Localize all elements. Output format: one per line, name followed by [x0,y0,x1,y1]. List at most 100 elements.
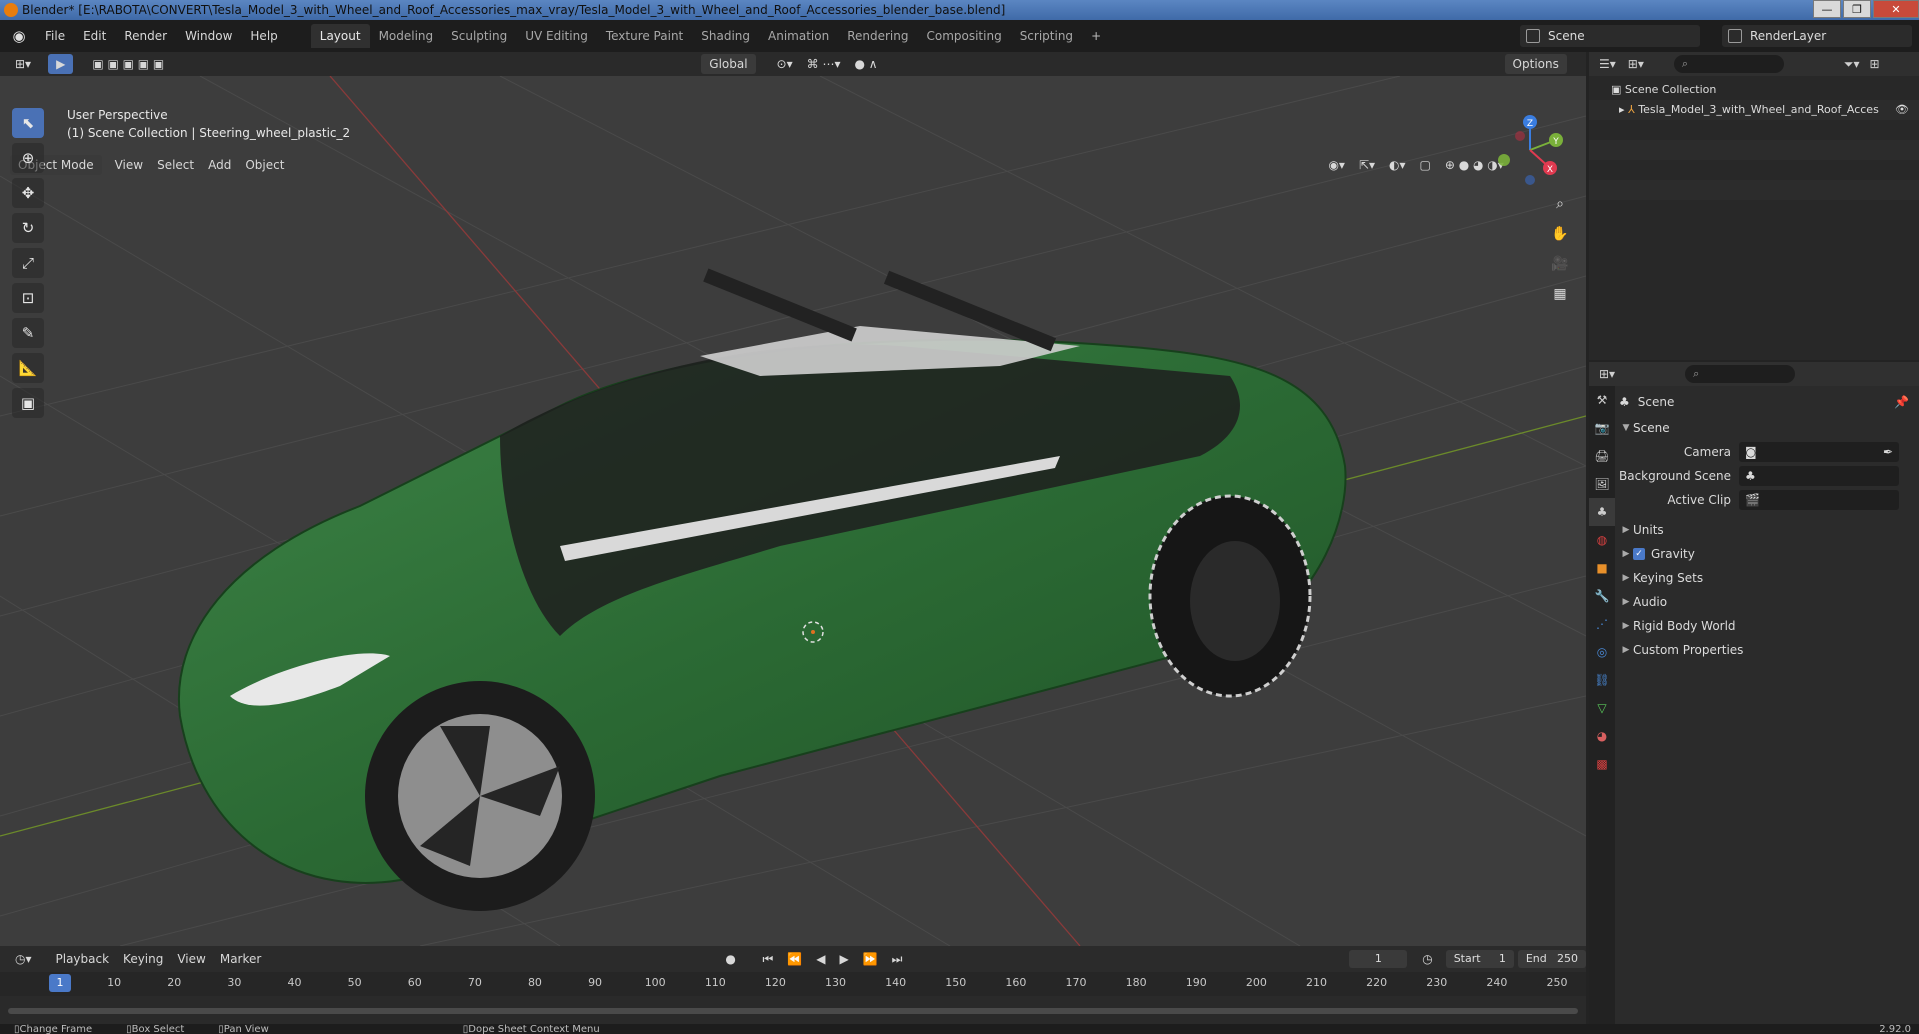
3d-viewport[interactable]: Object Mode View Select Add Object ◉▾ ⇱▾… [0,76,1586,946]
viewport-menu-add[interactable]: Add [201,155,238,175]
active-clip-field[interactable]: 🎬 [1739,490,1899,510]
close-button[interactable]: ✕ [1873,0,1919,18]
current-frame-field[interactable]: 1 [1349,950,1408,968]
eyedropper-icon[interactable]: ✒ [1883,445,1893,459]
end-frame-field[interactable]: End 250 [1517,950,1586,968]
filter-icon[interactable]: ⏷▾ [1844,57,1860,72]
tab-scripting[interactable]: Scripting [1011,24,1082,48]
frame-ruler[interactable]: 1 11020304050607080901001101201301401501… [0,972,1586,996]
outliner-row-object[interactable]: ▸ ⅄ Tesla_Model_3_with_Wheel_and_Roof_Ac… [1589,100,1919,120]
jump-end-icon[interactable]: ⏭ [885,949,910,969]
new-collection-icon[interactable]: ⊞ [1869,57,1879,71]
scene-selector[interactable]: Scene [1520,25,1700,47]
background-scene-field[interactable]: ♣ [1739,466,1899,486]
viewport-menu-select[interactable]: Select [150,155,201,175]
current-frame-indicator[interactable]: 1 [49,974,71,992]
object-tab-icon[interactable]: ■ [1589,554,1615,582]
select-tool-icon[interactable]: ▶ [48,54,74,74]
view-layer-tab-icon[interactable]: 🖼 [1589,470,1615,498]
snap-icon[interactable]: ⌘ ⋯▾ [800,54,848,74]
eye-visibility-icon[interactable]: 👁 [1895,100,1909,120]
expand-arrow-icon[interactable]: ▸ [1619,103,1628,116]
modifier-tab-icon[interactable]: 🔧 [1589,582,1615,610]
timeline-editor-icon[interactable]: ◷▾ [8,949,39,969]
menu-edit[interactable]: Edit [74,24,115,48]
playback-menu[interactable]: Playback [49,949,117,969]
outliner-search-input[interactable]: ⌕ [1673,55,1784,73]
minimize-button[interactable]: — [1813,0,1841,18]
blender-menu-icon[interactable]: ◉ [10,27,28,45]
camera-field[interactable]: ◙ ✒ [1739,442,1899,462]
properties-search-input[interactable]: ⌕ [1685,365,1796,383]
tab-compositing[interactable]: Compositing [917,24,1010,48]
zoom-icon[interactable]: ⌕ [1548,192,1572,216]
prev-key-icon[interactable]: ⏪ [780,949,809,969]
tab-animation[interactable]: Animation [759,24,838,48]
viewport-menu-object[interactable]: Object [238,155,291,175]
rigid-body-world-panel-header[interactable]: ▶ Rigid Body World [1619,614,1915,638]
select-box-tool-icon[interactable]: ⬉ [12,108,44,138]
renderlayer-selector[interactable]: RenderLayer [1722,25,1912,47]
pan-hand-icon[interactable]: ✋ [1548,222,1572,246]
ortho-grid-icon[interactable]: ▦ [1548,282,1572,306]
transform-tool-icon[interactable]: ⊡ [12,283,44,313]
pin-icon[interactable]: 📌 [1894,395,1909,409]
xray-icon[interactable]: ▢ [1413,155,1438,175]
output-tab-icon[interactable]: 🖨 [1589,442,1615,470]
selection-mode-icons[interactable]: ▣ ▣ ▣ ▣ ▣ [85,54,171,74]
overlay-toggle-icon[interactable]: ◐▾ [1382,155,1413,175]
scale-tool-icon[interactable]: ⤢ [12,248,44,278]
particles-tab-icon[interactable]: ⋰ [1589,610,1615,638]
keying-menu[interactable]: Keying [116,949,170,969]
marker-menu[interactable]: Marker [213,949,268,969]
editor-type-icon[interactable]: ⊞▾ [8,54,38,74]
menu-window[interactable]: Window [176,24,241,48]
play-reverse-icon[interactable]: ◀ [809,949,832,969]
tab-uv-editing[interactable]: UV Editing [516,24,597,48]
units-panel-header[interactable]: ▶ Units [1619,518,1915,542]
viewport-menu-view[interactable]: View [108,155,150,175]
add-cube-tool-icon[interactable]: ▣ [12,388,44,418]
timeline-view-menu[interactable]: View [170,949,212,969]
physics-tab-icon[interactable]: ◎ [1589,638,1615,666]
texture-tab-icon[interactable]: ▩ [1589,750,1615,778]
outliner-filter-mode-icon[interactable]: ⊞▾ [1628,57,1644,71]
scene-tab-icon[interactable]: ♣ [1589,498,1615,526]
tab-shading[interactable]: Shading [692,24,759,48]
jump-start-icon[interactable]: ⏮ [755,949,780,969]
tool-tab-icon[interactable]: ⚒ [1589,386,1615,414]
rotate-tool-icon[interactable]: ↻ [12,213,44,243]
restore-button[interactable]: ❐ [1843,0,1871,18]
data-tab-icon[interactable]: ▽ [1589,694,1615,722]
start-frame-field[interactable]: Start 1 [1445,950,1514,968]
proportional-edit-icon[interactable]: ● ∧ [847,54,884,74]
annotate-tool-icon[interactable]: ✎ [12,318,44,348]
keying-sets-panel-header[interactable]: ▶ Keying Sets [1619,566,1915,590]
outliner-row-collection[interactable]: ▣ Scene Collection [1589,80,1919,100]
pivot-icon[interactable]: ⊙▾ [770,54,800,74]
menu-render[interactable]: Render [115,24,176,48]
use-preview-range-icon[interactable]: ◷ [1415,949,1439,969]
navigation-gizmo[interactable]: Z Y X [1490,108,1570,188]
visibility-icon[interactable]: ◉▾ [1321,155,1352,175]
add-workspace-button[interactable]: + [1082,24,1110,48]
render-tab-icon[interactable]: 📷 [1589,414,1615,442]
camera-view-icon[interactable]: 🎥 [1548,252,1572,276]
next-key-icon[interactable]: ⏩ [856,949,885,969]
record-icon[interactable]: ● ▾ [718,949,747,986]
options-dropdown[interactable]: Options [1504,54,1567,74]
tab-modeling[interactable]: Modeling [370,24,443,48]
car-model[interactable] [177,268,1347,911]
constraints-tab-icon[interactable]: ⛓ [1589,666,1615,694]
gravity-checkbox[interactable]: ✓ [1633,548,1645,560]
move-tool-icon[interactable]: ✥ [12,178,44,208]
play-icon[interactable]: ▶ [832,949,855,969]
tab-sculpting[interactable]: Sculpting [442,24,516,48]
transform-orientation-dropdown[interactable]: Global [701,54,756,74]
outliner-display-icon[interactable]: ☰▾ [1599,57,1616,71]
cursor-tool-icon[interactable]: ⊕ [12,143,44,173]
timeline-scrollbar[interactable] [8,1008,1578,1014]
menu-file[interactable]: File [36,24,74,48]
audio-panel-header[interactable]: ▶ Audio [1619,590,1915,614]
menu-help[interactable]: Help [241,24,286,48]
